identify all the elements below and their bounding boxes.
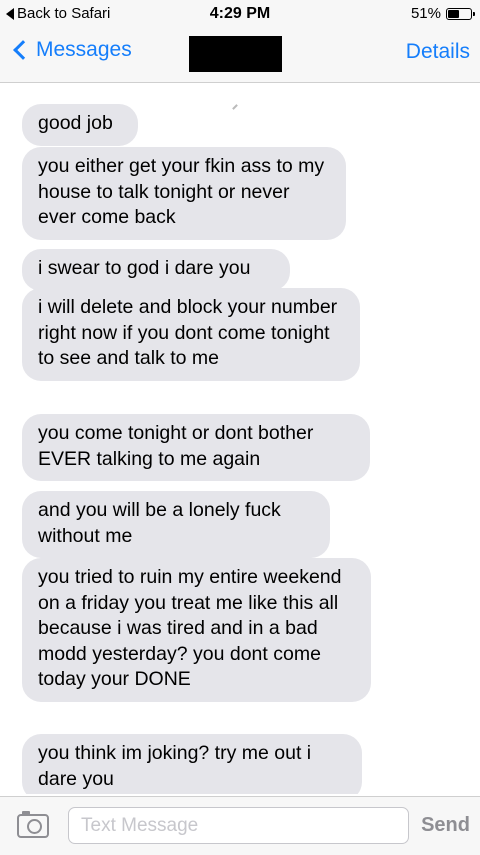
send-button[interactable]: Send (421, 814, 470, 837)
status-bar: Back to Safari 4:29 PM 51% (0, 0, 480, 28)
battery-icon (446, 7, 475, 20)
battery-status: 51% (410, 5, 475, 22)
message-bubble: i swear to god i dare you (22, 249, 290, 291)
message-bubble: good job (22, 104, 138, 146)
status-time: 4:29 PM (209, 5, 271, 22)
nav-bar: Messages Details (0, 28, 480, 110)
message-thread[interactable]: good job you either get your fkin ass to… (0, 92, 480, 794)
message-bubble: you come tonight or dont bother EVER tal… (22, 414, 370, 481)
message-bubble: i will delete and block your number righ… (22, 288, 360, 381)
details-button[interactable]: Details (406, 40, 470, 64)
battery-percent: 51% (410, 5, 441, 22)
message-bubble: you either get your fkin ass to my house… (22, 147, 346, 240)
message-bubble: you tried to ruin my entire weekend on a… (22, 558, 371, 702)
compose-bar: Send (0, 796, 480, 855)
messages-back-button[interactable]: Messages (10, 38, 132, 62)
camera-icon[interactable] (17, 811, 49, 838)
message-bubble: and you will be a lonely fuck without me (22, 491, 330, 558)
message-input[interactable] (68, 807, 409, 844)
chevron-left-icon (13, 40, 33, 60)
message-bubble: you think im joking? try me out i dare y… (22, 734, 362, 794)
messages-back-label: Messages (36, 38, 132, 61)
battery-fill (448, 9, 460, 18)
redacted-contact-name (189, 36, 282, 72)
